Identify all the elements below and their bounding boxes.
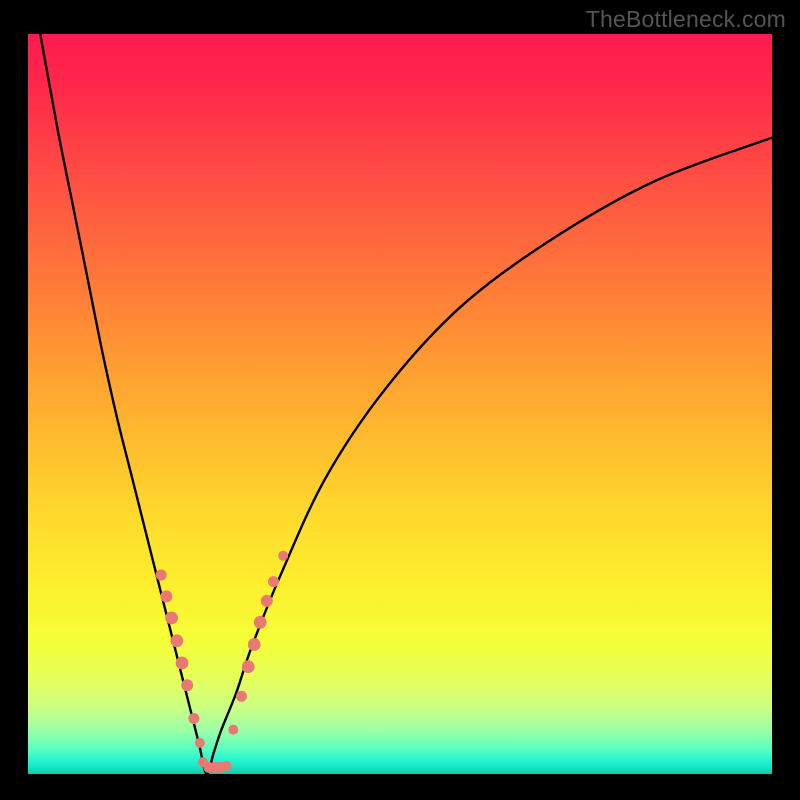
curve-line: [28, 34, 772, 774]
watermark-text: TheBottleneck.com: [586, 6, 786, 33]
marker-dot: [165, 611, 178, 624]
plot-area: [28, 34, 772, 774]
marker-dot: [236, 691, 247, 702]
marker-dot: [261, 595, 273, 607]
marker-dot: [170, 634, 183, 647]
chart-frame: TheBottleneck.com: [0, 0, 800, 800]
sample-markers: [156, 551, 289, 773]
bottleneck-curve: [28, 34, 772, 774]
marker-dot: [228, 725, 238, 735]
marker-dot: [160, 590, 172, 602]
marker-dot: [176, 657, 189, 670]
marker-dot: [156, 569, 167, 580]
marker-dot: [278, 551, 288, 561]
marker-dot: [195, 738, 205, 748]
marker-dot: [254, 616, 267, 629]
marker-dot: [268, 576, 279, 587]
curve-svg: [28, 34, 772, 774]
marker-dot: [188, 713, 199, 724]
marker-dot: [248, 638, 261, 651]
marker-dot: [181, 679, 193, 691]
marker-dot: [242, 660, 255, 673]
marker-dot: [222, 761, 232, 771]
